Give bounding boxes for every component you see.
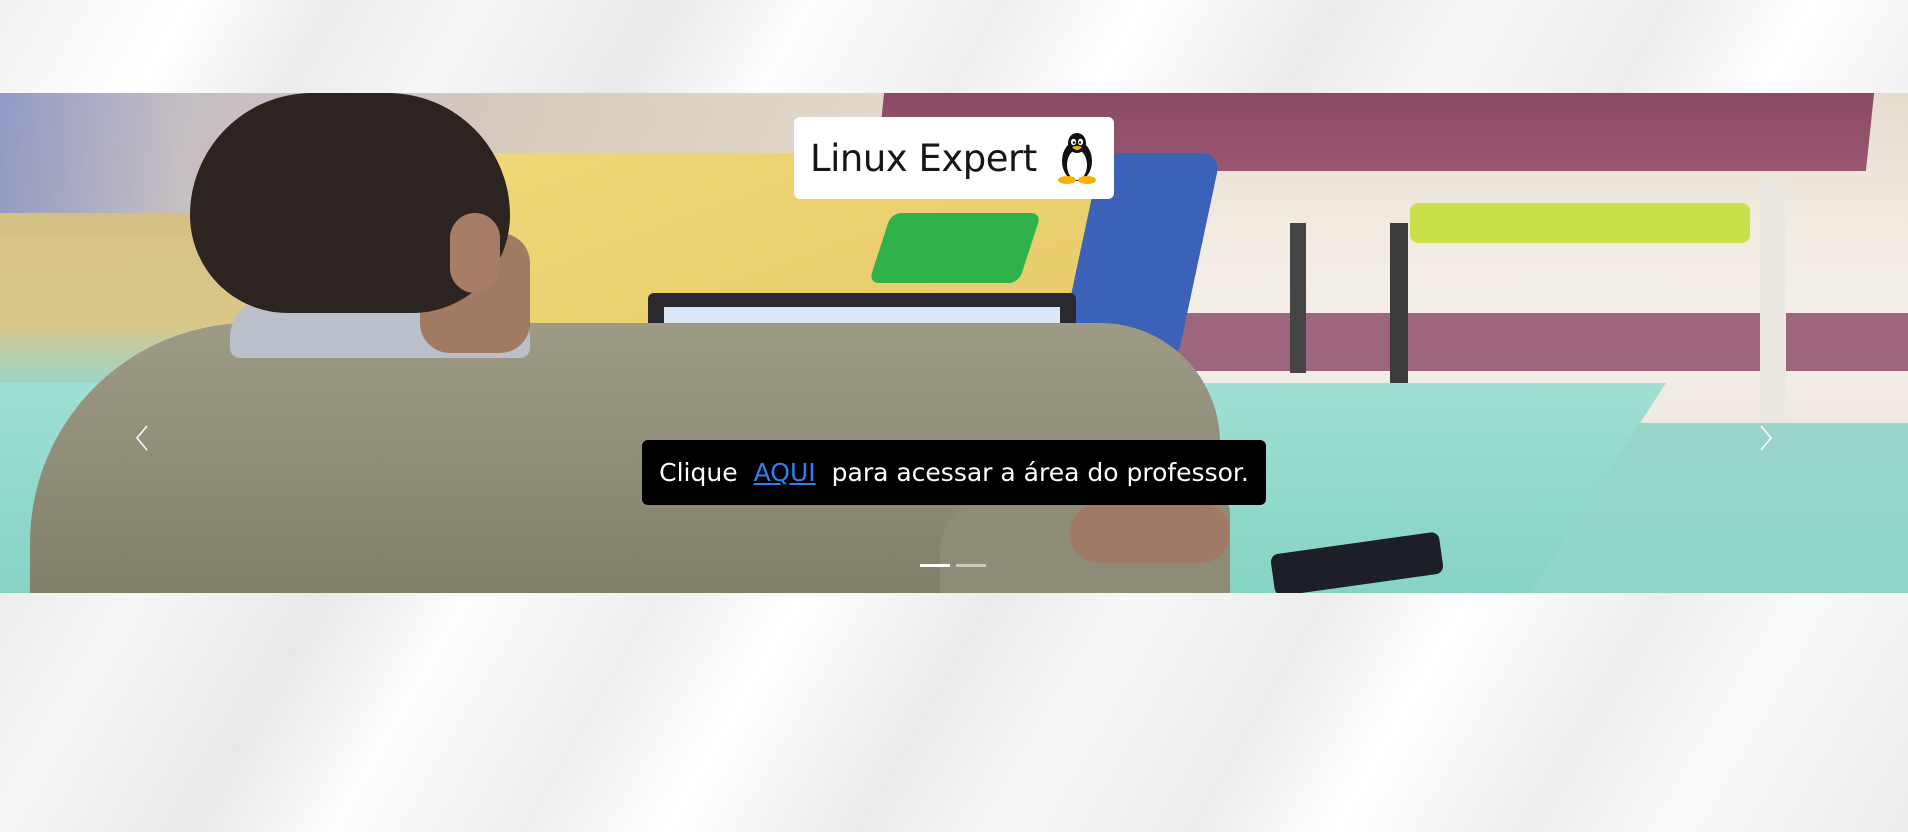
tux-penguin-icon [1058,133,1096,184]
caption-prefix: Clique [659,458,738,487]
teacher-area-link[interactable]: AQUI [754,458,816,487]
scene-yellow-seat [1410,203,1750,243]
chevron-right-icon [1760,425,1772,451]
scene-purple-stripe [1130,313,1908,371]
carousel-indicator-2[interactable] [956,564,986,567]
page: Linux Expert Clique AQUI para acessar a … [0,0,1908,832]
scene-person-ear [450,213,500,293]
site-title: Linux Expert [810,136,1037,180]
scene-person-hand [1070,503,1230,563]
carousel-indicator-1[interactable] [920,564,950,567]
caption-suffix: para acessar a área do professor. [831,458,1249,487]
scene-green-chair [868,213,1042,283]
scene-table-leg [1760,183,1786,423]
chevron-left-icon [136,425,148,451]
site-title-badge: Linux Expert [794,117,1114,199]
teacher-area-caption: Clique AQUI para acessar a área do profe… [642,440,1266,505]
carousel-prev-button[interactable] [130,418,154,458]
scene-table-leg [1290,223,1306,373]
carousel-next-button[interactable] [1754,418,1778,458]
carousel-indicators [920,564,986,567]
